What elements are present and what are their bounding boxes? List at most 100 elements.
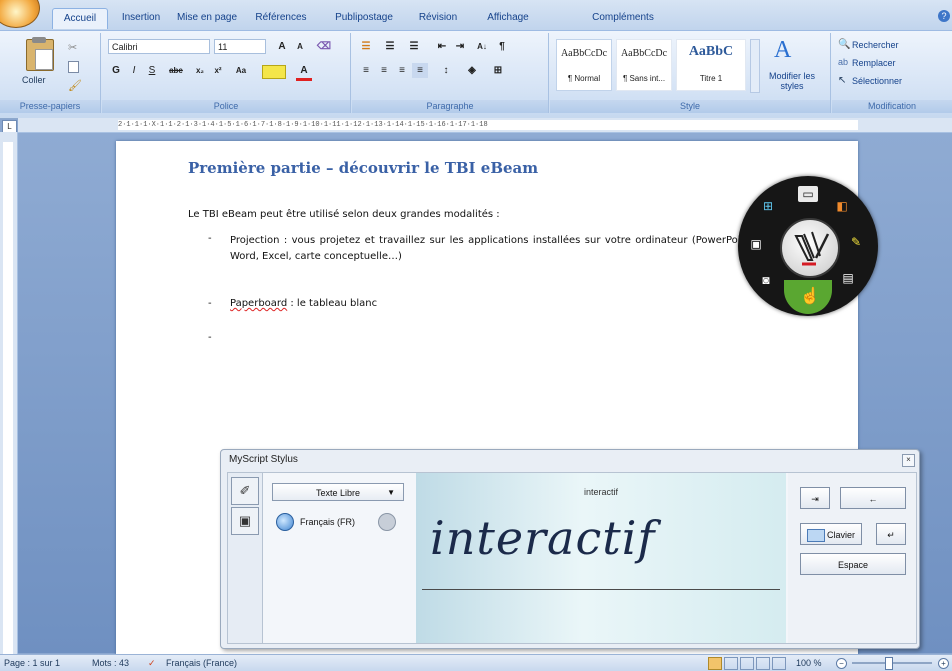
styles-scroll[interactable] (750, 39, 760, 93)
replace-button[interactable]: Remplacer (852, 58, 896, 68)
backspace-button[interactable]: ← (840, 487, 906, 509)
bold-icon[interactable]: G (108, 63, 124, 78)
increase-indent-icon[interactable]: ⇥ (452, 39, 468, 54)
tab-affichage[interactable]: Affichage (478, 8, 538, 28)
ebeam-radial-menu[interactable]: ▭ ◧ ✎ ▤ ☝ ◙ ▣ ⊞ (738, 176, 878, 316)
decrease-indent-icon[interactable]: ⇤ (434, 39, 450, 54)
font-size-select[interactable]: 11 (214, 39, 266, 54)
align-center-icon[interactable]: ≡ (376, 63, 392, 78)
space-button[interactable]: Espace (800, 553, 906, 575)
full-screen-view-icon[interactable] (724, 657, 738, 670)
web-view-icon[interactable] (740, 657, 754, 670)
spelling-error-word[interactable]: Paperboard (230, 298, 287, 309)
change-styles-icon[interactable]: A (774, 37, 791, 64)
align-left-icon[interactable]: ≡ (358, 63, 374, 78)
zoom-level[interactable]: 100 % (796, 655, 822, 671)
show-marks-icon[interactable]: ¶ (494, 39, 510, 54)
copy-icon[interactable] (68, 61, 79, 73)
recognized-text: interactif (583, 487, 618, 497)
change-case-icon[interactable]: Aa (230, 63, 252, 78)
myscript-title: MyScript Stylus (229, 454, 298, 465)
highlight-icon[interactable] (262, 65, 286, 79)
font-color-icon[interactable]: A (296, 63, 312, 81)
tab-complements[interactable]: Compléments (586, 8, 660, 28)
eb-highlighter-icon[interactable]: ◧ (832, 198, 852, 214)
page-count[interactable]: Page : 1 sur 1 (4, 655, 60, 671)
myscript-window[interactable]: MyScript Stylus × ✐ ▣ Texte Libre ▼ Fran… (220, 449, 920, 649)
proofing-icon[interactable]: ✓ (148, 655, 156, 671)
tab-references[interactable]: Références (248, 8, 314, 28)
eb-center-tools[interactable] (780, 218, 840, 278)
paste-label[interactable]: Coller (22, 75, 46, 85)
clear-format-icon[interactable]: ⌫ (316, 39, 332, 54)
print-layout-view-icon[interactable] (708, 657, 722, 670)
handwritten-ink: interactif (430, 511, 656, 565)
underline-icon[interactable]: S (144, 63, 160, 78)
outline-view-icon[interactable] (756, 657, 770, 670)
multilevel-list-icon[interactable]: ☰ (406, 39, 422, 54)
document-heading[interactable]: Première partie – découvrir le TBI eBeam (188, 159, 538, 177)
superscript-icon[interactable]: x² (210, 63, 226, 78)
eb-camera-icon[interactable]: ◙ (756, 272, 776, 288)
keyboard-mode-icon[interactable]: ▣ (231, 507, 259, 535)
myscript-close-button[interactable]: × (902, 454, 915, 467)
font-name-select[interactable]: Calibri (108, 39, 210, 54)
cut-icon[interactable]: ✂ (68, 41, 77, 54)
eb-whiteboard-icon[interactable]: ▭ (798, 186, 818, 202)
zoom-out-icon[interactable]: − (836, 658, 847, 669)
tab-mise-en-page[interactable]: Mise en page (174, 8, 240, 28)
horizontal-ruler[interactable]: 2·1·1·1·X·1·1·2·1·3·1·4·1·5·1·6·1·7·1·8·… (18, 118, 952, 133)
eb-pen-icon[interactable]: ✎ (846, 234, 866, 250)
find-button[interactable]: Rechercher (852, 40, 899, 50)
align-right-icon[interactable]: ≡ (394, 63, 410, 78)
stylus-settings-icon[interactable]: ✐ (231, 477, 259, 505)
justify-icon[interactable]: ≡ (412, 63, 428, 78)
office-button[interactable] (0, 0, 40, 28)
tab-revision[interactable]: Révision (410, 8, 466, 28)
select-button[interactable]: Sélectionner (852, 76, 902, 86)
handwriting-canvas[interactable]: interactif interactif (416, 473, 786, 643)
shading-icon[interactable]: ◈ (464, 63, 480, 78)
tab-accueil[interactable]: Accueil (52, 8, 108, 29)
zoom-in-icon[interactable]: + (938, 658, 949, 669)
vertical-ruler[interactable] (0, 132, 18, 654)
strikethrough-icon[interactable]: abe (168, 63, 184, 78)
help-icon[interactable]: ? (938, 10, 950, 22)
style-normal[interactable]: AaBbCcDc ¶ Normal (556, 39, 612, 91)
tab-insertion[interactable]: Insertion (114, 8, 168, 28)
recognition-mode-select[interactable]: Texte Libre ▼ (272, 483, 404, 501)
eb-screen-icon[interactable]: ▣ (746, 236, 766, 252)
tab-key-button[interactable]: ⇥ (800, 487, 830, 509)
draft-view-icon[interactable] (772, 657, 786, 670)
eb-menu-icon[interactable]: ▤ (838, 270, 858, 286)
borders-icon[interactable]: ⊞ (490, 63, 506, 78)
subscript-icon[interactable]: x₂ (192, 63, 208, 78)
language-settings-icon[interactable] (378, 513, 396, 531)
numbering-icon[interactable]: ☰ (382, 39, 398, 54)
format-painter-icon[interactable]: 🖌 (68, 79, 82, 92)
intro-paragraph[interactable]: Le TBI eBeam peut être utilisé selon deu… (188, 209, 500, 220)
bullets-icon[interactable]: ☰ (358, 39, 374, 54)
enter-button[interactable]: ↵ (876, 523, 906, 545)
change-styles-button[interactable]: Modifier les styles (764, 71, 820, 91)
shrink-font-icon[interactable]: A (292, 39, 308, 54)
zoom-slider-thumb[interactable] (885, 657, 893, 670)
word-count[interactable]: Mots : 43 (92, 655, 129, 671)
grow-font-icon[interactable]: A (274, 39, 290, 54)
eb-mouse-mode-button[interactable]: ☝ (784, 280, 832, 314)
style-titre-1[interactable]: AaBbC Titre 1 (676, 39, 746, 91)
bullet-projection[interactable]: Projection : vous projetez et travaillez… (230, 233, 754, 265)
sort-icon[interactable]: A↓ (474, 39, 490, 54)
paste-icon[interactable] (26, 37, 54, 71)
globe-icon[interactable] (276, 513, 294, 531)
document-language[interactable]: Français (France) (166, 655, 237, 671)
recognition-language[interactable]: Français (FR) (300, 517, 355, 527)
line-spacing-icon[interactable]: ↕ (438, 63, 454, 78)
tab-publipostage[interactable]: Publipostage (326, 8, 402, 28)
eb-add-page-icon[interactable]: ⊞ (758, 198, 778, 214)
bullet-paperboard[interactable]: Paperboard : le tableau blanc (230, 298, 377, 309)
style-sans-interligne[interactable]: AaBbCcDc ¶ Sans int... (616, 39, 672, 91)
italic-icon[interactable]: I (126, 63, 142, 78)
keyboard-button[interactable]: Clavier (800, 523, 862, 545)
group-paragraph: ☰ ☰ ☰ ⇤ ⇥ A↓ ¶ ≡ ≡ ≡ ≡ ↕ ◈ ⊞ Paragraphe (352, 33, 549, 113)
